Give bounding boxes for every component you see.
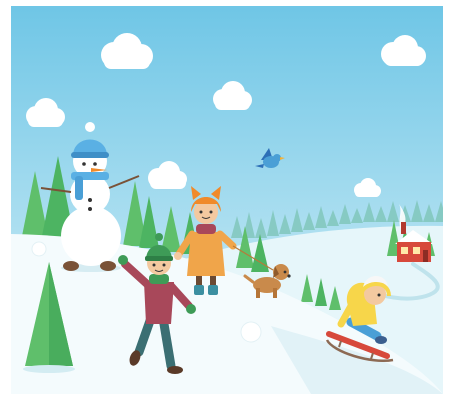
snowball — [31, 241, 47, 257]
snowball — [240, 321, 262, 343]
winter-scene — [11, 6, 443, 394]
